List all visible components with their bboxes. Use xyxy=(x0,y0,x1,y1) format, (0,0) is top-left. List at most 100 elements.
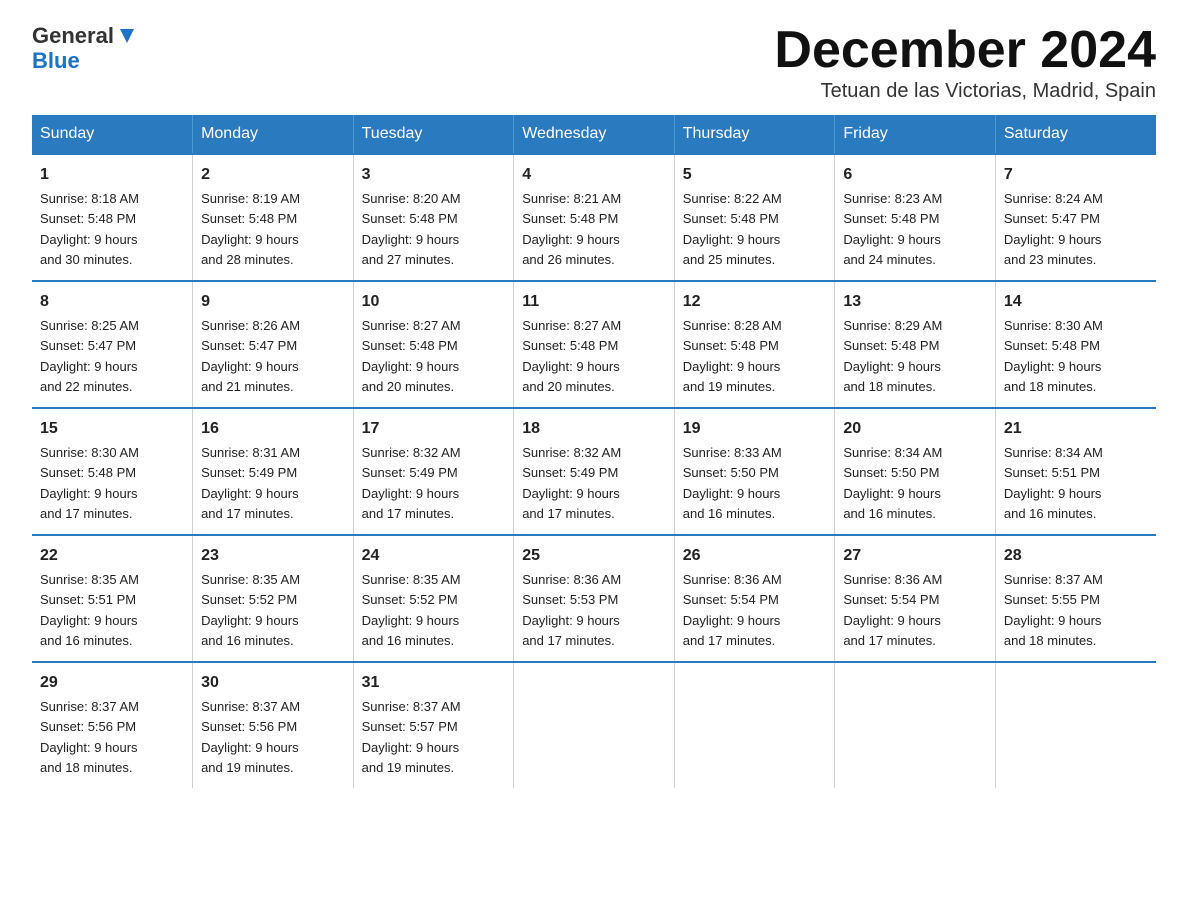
page-header: General Blue December 2024 Tetuan de las… xyxy=(32,24,1156,103)
table-row: 13 Sunrise: 8:29 AMSunset: 5:48 PMDaylig… xyxy=(835,281,996,408)
day-number: 13 xyxy=(843,290,987,314)
table-row: 4 Sunrise: 8:21 AMSunset: 5:48 PMDayligh… xyxy=(514,154,675,281)
table-row: 31 Sunrise: 8:37 AMSunset: 5:57 PMDaylig… xyxy=(353,662,514,788)
day-info: Sunrise: 8:27 AMSunset: 5:48 PMDaylight:… xyxy=(362,318,461,394)
logo-general-text: General xyxy=(32,24,114,48)
table-row: 10 Sunrise: 8:27 AMSunset: 5:48 PMDaylig… xyxy=(353,281,514,408)
table-row: 11 Sunrise: 8:27 AMSunset: 5:48 PMDaylig… xyxy=(514,281,675,408)
day-info: Sunrise: 8:31 AMSunset: 5:49 PMDaylight:… xyxy=(201,445,300,521)
day-info: Sunrise: 8:30 AMSunset: 5:48 PMDaylight:… xyxy=(1004,318,1103,394)
day-number: 10 xyxy=(362,290,506,314)
day-info: Sunrise: 8:37 AMSunset: 5:56 PMDaylight:… xyxy=(40,699,139,775)
logo: General Blue xyxy=(32,24,136,74)
day-info: Sunrise: 8:35 AMSunset: 5:52 PMDaylight:… xyxy=(362,572,461,648)
table-row: 14 Sunrise: 8:30 AMSunset: 5:48 PMDaylig… xyxy=(995,281,1156,408)
day-info: Sunrise: 8:36 AMSunset: 5:54 PMDaylight:… xyxy=(683,572,782,648)
day-info: Sunrise: 8:35 AMSunset: 5:52 PMDaylight:… xyxy=(201,572,300,648)
table-row: 21 Sunrise: 8:34 AMSunset: 5:51 PMDaylig… xyxy=(995,408,1156,535)
day-number: 11 xyxy=(522,290,666,314)
title-block: December 2024 Tetuan de las Victorias, M… xyxy=(774,24,1156,103)
calendar-week-row: 1 Sunrise: 8:18 AMSunset: 5:48 PMDayligh… xyxy=(32,154,1156,281)
table-row: 19 Sunrise: 8:33 AMSunset: 5:50 PMDaylig… xyxy=(674,408,835,535)
calendar-week-row: 22 Sunrise: 8:35 AMSunset: 5:51 PMDaylig… xyxy=(32,535,1156,662)
table-row: 25 Sunrise: 8:36 AMSunset: 5:53 PMDaylig… xyxy=(514,535,675,662)
col-tuesday: Tuesday xyxy=(353,115,514,154)
table-row: 2 Sunrise: 8:19 AMSunset: 5:48 PMDayligh… xyxy=(193,154,354,281)
day-info: Sunrise: 8:20 AMSunset: 5:48 PMDaylight:… xyxy=(362,191,461,267)
day-number: 2 xyxy=(201,163,345,187)
day-info: Sunrise: 8:30 AMSunset: 5:48 PMDaylight:… xyxy=(40,445,139,521)
table-row: 5 Sunrise: 8:22 AMSunset: 5:48 PMDayligh… xyxy=(674,154,835,281)
table-row: 27 Sunrise: 8:36 AMSunset: 5:54 PMDaylig… xyxy=(835,535,996,662)
col-friday: Friday xyxy=(835,115,996,154)
location-title: Tetuan de las Victorias, Madrid, Spain xyxy=(774,80,1156,103)
calendar-body: 1 Sunrise: 8:18 AMSunset: 5:48 PMDayligh… xyxy=(32,154,1156,788)
day-info: Sunrise: 8:18 AMSunset: 5:48 PMDaylight:… xyxy=(40,191,139,267)
day-info: Sunrise: 8:27 AMSunset: 5:48 PMDaylight:… xyxy=(522,318,621,394)
table-row: 1 Sunrise: 8:18 AMSunset: 5:48 PMDayligh… xyxy=(32,154,193,281)
day-number: 19 xyxy=(683,417,827,441)
day-number: 21 xyxy=(1004,417,1148,441)
day-number: 31 xyxy=(362,671,506,695)
table-row: 30 Sunrise: 8:37 AMSunset: 5:56 PMDaylig… xyxy=(193,662,354,788)
table-row xyxy=(674,662,835,788)
table-row: 6 Sunrise: 8:23 AMSunset: 5:48 PMDayligh… xyxy=(835,154,996,281)
col-monday: Monday xyxy=(193,115,354,154)
day-info: Sunrise: 8:32 AMSunset: 5:49 PMDaylight:… xyxy=(522,445,621,521)
day-number: 17 xyxy=(362,417,506,441)
header-row: Sunday Monday Tuesday Wednesday Thursday… xyxy=(32,115,1156,154)
day-number: 20 xyxy=(843,417,987,441)
table-row: 8 Sunrise: 8:25 AMSunset: 5:47 PMDayligh… xyxy=(32,281,193,408)
table-row: 22 Sunrise: 8:35 AMSunset: 5:51 PMDaylig… xyxy=(32,535,193,662)
logo-blue-text: Blue xyxy=(32,48,80,73)
table-row: 23 Sunrise: 8:35 AMSunset: 5:52 PMDaylig… xyxy=(193,535,354,662)
table-row xyxy=(514,662,675,788)
table-row: 28 Sunrise: 8:37 AMSunset: 5:55 PMDaylig… xyxy=(995,535,1156,662)
day-info: Sunrise: 8:24 AMSunset: 5:47 PMDaylight:… xyxy=(1004,191,1103,267)
day-info: Sunrise: 8:33 AMSunset: 5:50 PMDaylight:… xyxy=(683,445,782,521)
day-number: 6 xyxy=(843,163,987,187)
day-number: 25 xyxy=(522,544,666,568)
day-number: 4 xyxy=(522,163,666,187)
col-wednesday: Wednesday xyxy=(514,115,675,154)
day-info: Sunrise: 8:34 AMSunset: 5:50 PMDaylight:… xyxy=(843,445,942,521)
table-row xyxy=(995,662,1156,788)
day-number: 15 xyxy=(40,417,184,441)
day-number: 8 xyxy=(40,290,184,314)
day-number: 26 xyxy=(683,544,827,568)
day-number: 23 xyxy=(201,544,345,568)
day-number: 7 xyxy=(1004,163,1148,187)
day-number: 5 xyxy=(683,163,827,187)
table-row: 7 Sunrise: 8:24 AMSunset: 5:47 PMDayligh… xyxy=(995,154,1156,281)
day-info: Sunrise: 8:21 AMSunset: 5:48 PMDaylight:… xyxy=(522,191,621,267)
table-row: 9 Sunrise: 8:26 AMSunset: 5:47 PMDayligh… xyxy=(193,281,354,408)
table-row: 29 Sunrise: 8:37 AMSunset: 5:56 PMDaylig… xyxy=(32,662,193,788)
table-row xyxy=(835,662,996,788)
table-row: 3 Sunrise: 8:20 AMSunset: 5:48 PMDayligh… xyxy=(353,154,514,281)
day-number: 12 xyxy=(683,290,827,314)
day-info: Sunrise: 8:32 AMSunset: 5:49 PMDaylight:… xyxy=(362,445,461,521)
day-info: Sunrise: 8:29 AMSunset: 5:48 PMDaylight:… xyxy=(843,318,942,394)
col-thursday: Thursday xyxy=(674,115,835,154)
day-info: Sunrise: 8:35 AMSunset: 5:51 PMDaylight:… xyxy=(40,572,139,648)
logo-arrow-icon xyxy=(114,25,136,47)
calendar-week-row: 29 Sunrise: 8:37 AMSunset: 5:56 PMDaylig… xyxy=(32,662,1156,788)
day-info: Sunrise: 8:37 AMSunset: 5:55 PMDaylight:… xyxy=(1004,572,1103,648)
month-title: December 2024 xyxy=(774,24,1156,76)
day-info: Sunrise: 8:19 AMSunset: 5:48 PMDaylight:… xyxy=(201,191,300,267)
day-info: Sunrise: 8:28 AMSunset: 5:48 PMDaylight:… xyxy=(683,318,782,394)
day-number: 28 xyxy=(1004,544,1148,568)
day-number: 22 xyxy=(40,544,184,568)
day-info: Sunrise: 8:37 AMSunset: 5:56 PMDaylight:… xyxy=(201,699,300,775)
table-row: 12 Sunrise: 8:28 AMSunset: 5:48 PMDaylig… xyxy=(674,281,835,408)
table-row: 18 Sunrise: 8:32 AMSunset: 5:49 PMDaylig… xyxy=(514,408,675,535)
day-number: 30 xyxy=(201,671,345,695)
table-row: 17 Sunrise: 8:32 AMSunset: 5:49 PMDaylig… xyxy=(353,408,514,535)
day-number: 29 xyxy=(40,671,184,695)
calendar-table: Sunday Monday Tuesday Wednesday Thursday… xyxy=(32,115,1156,788)
day-info: Sunrise: 8:37 AMSunset: 5:57 PMDaylight:… xyxy=(362,699,461,775)
col-sunday: Sunday xyxy=(32,115,193,154)
day-number: 14 xyxy=(1004,290,1148,314)
day-number: 27 xyxy=(843,544,987,568)
table-row: 20 Sunrise: 8:34 AMSunset: 5:50 PMDaylig… xyxy=(835,408,996,535)
